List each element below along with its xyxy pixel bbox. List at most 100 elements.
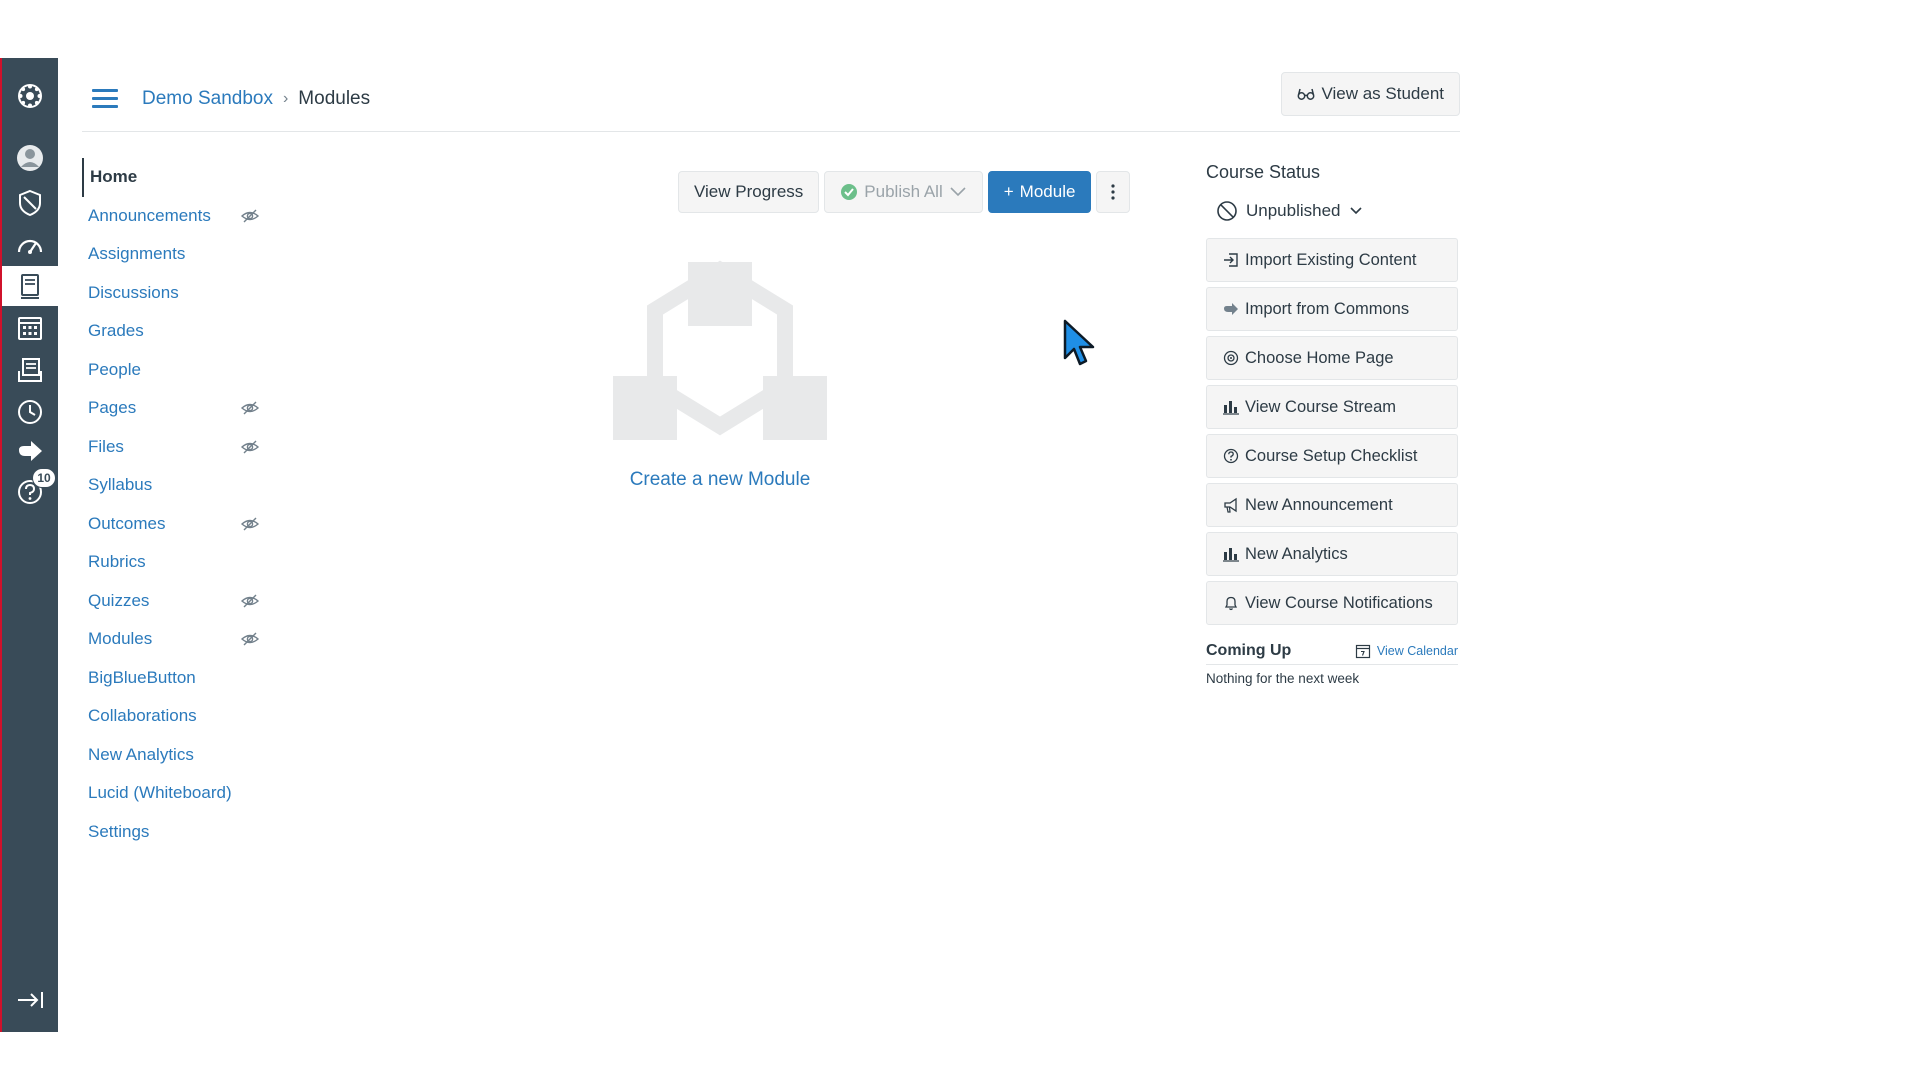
- course-nav-item-home[interactable]: Home: [82, 158, 262, 197]
- action-label: Import from Commons: [1245, 299, 1410, 318]
- course-nav-item-files[interactable]: Files: [82, 428, 262, 467]
- course-nav-label: Settings: [88, 821, 150, 841]
- course-nav-label: Collaborations: [88, 706, 197, 726]
- admin-icon[interactable]: [2, 183, 58, 223]
- course-nav-label: Lucid (Whiteboard): [88, 783, 232, 803]
- course-nav-item-modules[interactable]: Modules: [82, 620, 262, 659]
- megaphone-icon: [1224, 497, 1237, 513]
- course-nav-label: Assignments: [88, 244, 186, 264]
- dashboard-icon[interactable]: [2, 225, 58, 265]
- account-icon[interactable]: [2, 138, 58, 178]
- course-nav-item-bigbluebutton[interactable]: BigBlueButton: [82, 659, 262, 698]
- course-nav-item-assignments[interactable]: Assignments: [82, 235, 262, 274]
- course-nav-item-discussions[interactable]: Discussions: [82, 274, 262, 313]
- new-announcement-button[interactable]: New Announcement: [1206, 483, 1458, 527]
- action-label: Choose Home Page: [1245, 348, 1394, 367]
- inbox-icon[interactable]: [2, 350, 58, 390]
- hamburger-menu-icon[interactable]: [88, 84, 122, 118]
- breadcrumb-separator: ›: [282, 90, 289, 107]
- commons-icon[interactable]: [2, 432, 58, 472]
- kebab-menu-icon: [1111, 184, 1116, 200]
- glasses-icon: [1298, 88, 1315, 100]
- course-nav-item-new-analytics[interactable]: New Analytics: [82, 736, 262, 775]
- view-as-student-button[interactable]: View as Student: [1281, 72, 1460, 116]
- course-nav-label: BigBlueButton: [88, 667, 196, 687]
- choose-home-page-button[interactable]: Choose Home Page: [1206, 336, 1458, 380]
- unpublished-icon: [1217, 201, 1237, 221]
- action-label: Import Existing Content: [1245, 250, 1417, 269]
- course-nav-label: Files: [88, 436, 124, 456]
- app-frame: 10 Demo Sandbox › Modules View as Studen…: [0, 0, 1920, 1080]
- course-nav-label: Grades: [88, 321, 144, 341]
- breadcrumb-current: Modules: [298, 88, 371, 109]
- course-nav-item-rubrics[interactable]: Rubrics: [82, 543, 262, 582]
- course-nav-label: Announcements: [88, 205, 211, 225]
- help-badge: 10: [32, 468, 56, 488]
- course-nav-label: New Analytics: [88, 744, 194, 764]
- hidden-eye-icon: [240, 632, 260, 646]
- hidden-eye-icon: [240, 594, 260, 608]
- breadcrumb: Demo Sandbox › Modules: [142, 82, 370, 116]
- view-progress-button[interactable]: View Progress: [678, 171, 820, 213]
- publish-all-label: Publish All: [864, 182, 943, 201]
- breadcrumb-course-link[interactable]: Demo Sandbox: [142, 88, 273, 110]
- target-icon: [1223, 350, 1239, 366]
- view-calendar-label: View Calendar: [1376, 643, 1458, 658]
- chevron-down-icon: [1349, 207, 1362, 215]
- action-label: New Analytics: [1245, 544, 1348, 563]
- course-nav-label: Pages: [88, 398, 137, 418]
- course-nav-label: Home: [90, 167, 138, 187]
- import-from-commons-button[interactable]: Import from Commons: [1206, 287, 1458, 331]
- action-label: View Course Notifications: [1245, 593, 1433, 612]
- global-nav: 10: [0, 58, 58, 1032]
- calendar-icon[interactable]: [2, 308, 58, 348]
- course-nav-item-people[interactable]: People: [82, 351, 262, 390]
- course-nav-item-quizzes[interactable]: Quizzes: [82, 582, 262, 621]
- course-header: Demo Sandbox › Modules View as Student: [82, 72, 1460, 132]
- empty-modules-graphic: [613, 260, 827, 440]
- course-nav-label: Quizzes: [88, 590, 150, 610]
- course-sidebar: Course Status Unpublished Import Existin…: [1206, 162, 1458, 686]
- course-status-dropdown[interactable]: Unpublished: [1206, 196, 1458, 226]
- coming-up-title: Coming Up: [1206, 641, 1292, 659]
- course-nav-label: Discussions: [88, 282, 179, 302]
- course-nav-label: Rubrics: [88, 552, 146, 572]
- check-circle-icon: [841, 184, 858, 200]
- help-icon[interactable]: 10: [2, 468, 58, 512]
- view-course-stream-button[interactable]: View Course Stream: [1206, 385, 1458, 429]
- action-label: New Announcement: [1245, 495, 1393, 514]
- courses-icon[interactable]: [2, 266, 58, 306]
- course-nav-item-syllabus[interactable]: Syllabus: [82, 466, 262, 505]
- import-icon: [1224, 253, 1238, 267]
- new-analytics-button[interactable]: New Analytics: [1206, 532, 1458, 576]
- calendar-icon: [1355, 644, 1371, 658]
- course-nav-item-lucid-whiteboard[interactable]: Lucid (Whiteboard): [82, 774, 262, 813]
- collapse-nav-icon[interactable]: [2, 980, 58, 1020]
- publish-all-button[interactable]: Publish All: [824, 171, 983, 213]
- view-calendar-link[interactable]: View Calendar: [1355, 643, 1458, 659]
- import-existing-content-button[interactable]: Import Existing Content: [1206, 238, 1458, 282]
- course-nav-label: Syllabus: [88, 475, 153, 495]
- chevron-down-icon: [950, 187, 966, 197]
- history-icon[interactable]: [2, 392, 58, 432]
- logo-icon[interactable]: [2, 76, 58, 116]
- create-new-module-link[interactable]: Create a new Module: [611, 469, 829, 491]
- course-nav-item-announcements[interactable]: Announcements: [82, 197, 262, 236]
- course-nav-item-grades[interactable]: Grades: [82, 312, 262, 351]
- course-nav-item-settings[interactable]: Settings: [82, 813, 262, 852]
- add-module-label: Module: [1019, 182, 1076, 201]
- more-options-button[interactable]: [1096, 171, 1131, 213]
- course-nav: Home Announcements Assignments Discussions G…: [82, 158, 262, 851]
- course-nav-item-collaborations[interactable]: Collaborations: [82, 697, 262, 736]
- course-setup-checklist-button[interactable]: Course Setup Checklist: [1206, 434, 1458, 478]
- course-nav-item-outcomes[interactable]: Outcomes: [82, 505, 262, 544]
- course-status-value: Unpublished: [1246, 201, 1341, 220]
- action-label: Course Setup Checklist: [1245, 446, 1418, 465]
- add-module-button[interactable]: + Module: [987, 171, 1092, 213]
- bell-icon: [1224, 596, 1238, 611]
- action-label: View Course Stream: [1245, 397, 1397, 416]
- course-status-title: Course Status: [1206, 162, 1321, 182]
- question-icon: [1223, 448, 1239, 464]
- course-nav-item-pages[interactable]: Pages: [82, 389, 262, 428]
- view-course-notifications-button[interactable]: View Course Notifications: [1206, 581, 1458, 625]
